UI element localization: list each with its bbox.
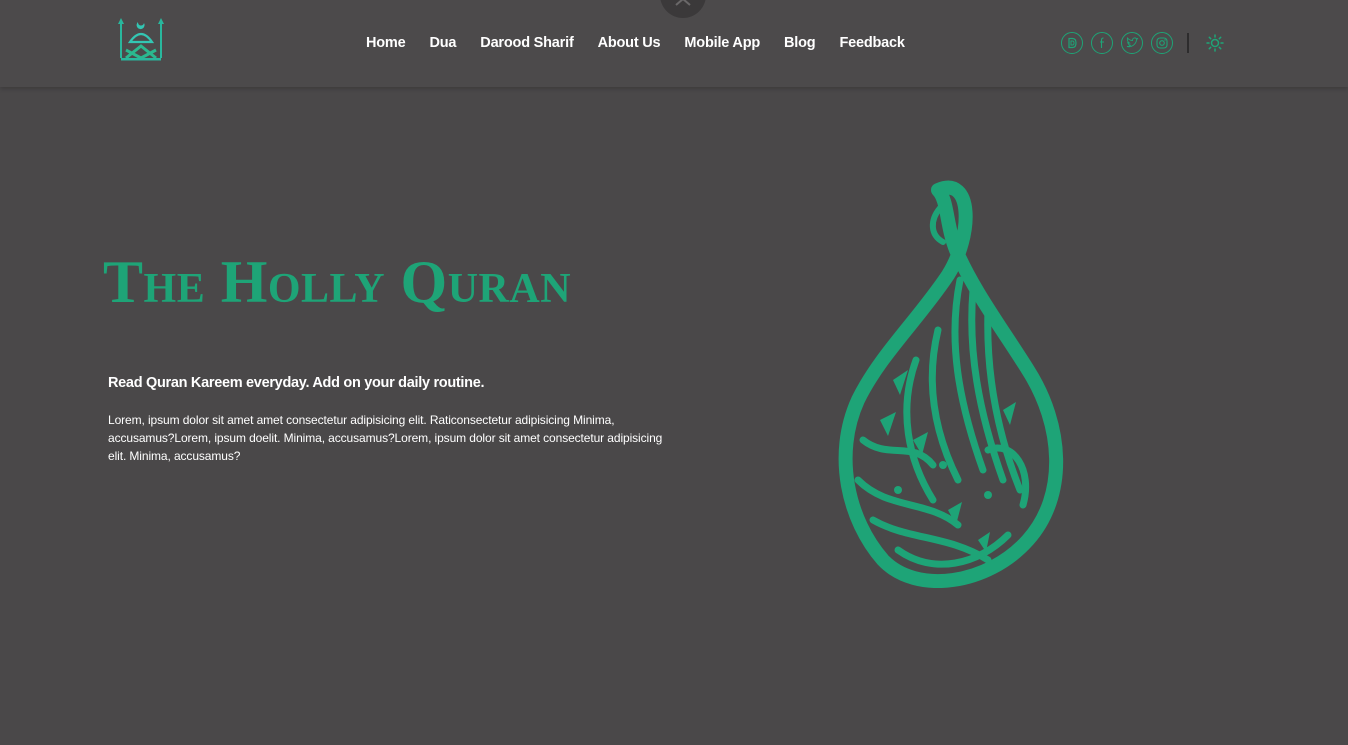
nav-item-mobile-app[interactable]: Mobile App [684,33,760,55]
nav-item-feedback[interactable]: Feedback [839,33,904,55]
facebook-link[interactable] [1091,32,1113,54]
scroll-top-button[interactable] [660,0,706,18]
quran-calligraphy-image [838,180,1064,588]
header-divider [1187,33,1189,53]
facebook-icon [1100,37,1104,48]
hero-subtitle: Read Quran Kareem everyday. Add on your … [108,375,485,391]
dribbble-icon [1068,37,1077,49]
dribbble-link[interactable] [1061,32,1083,54]
instagram-link[interactable] [1151,32,1173,54]
hero-description: Lorem, ipsum dolor sit amet amet consect… [108,413,663,463]
nav-item-darood-sharif[interactable]: Darood Sharif [480,33,573,55]
hero-title: The Holly Quran [103,249,572,315]
chevron-up-icon [675,0,691,6]
twitter-link[interactable] [1121,32,1143,54]
nav-item-dua[interactable]: Dua [430,33,457,55]
twitter-icon [1126,37,1138,48]
nav-item-home[interactable]: Home [366,33,406,55]
main-nav: Home Dua Darood Sharif About Us Mobile A… [354,33,917,55]
site-logo[interactable] [116,16,166,76]
nav-item-about-us[interactable]: About Us [598,33,661,55]
instagram-icon [1156,37,1168,49]
mosque-logo-icon [118,18,164,61]
theme-toggle-button[interactable] [1205,33,1225,53]
nav-item-blog[interactable]: Blog [784,33,816,55]
social-links [1061,32,1225,54]
site-header: Home Dua Darood Sharif About Us Mobile A… [0,0,1348,87]
sun-icon [1206,34,1224,52]
